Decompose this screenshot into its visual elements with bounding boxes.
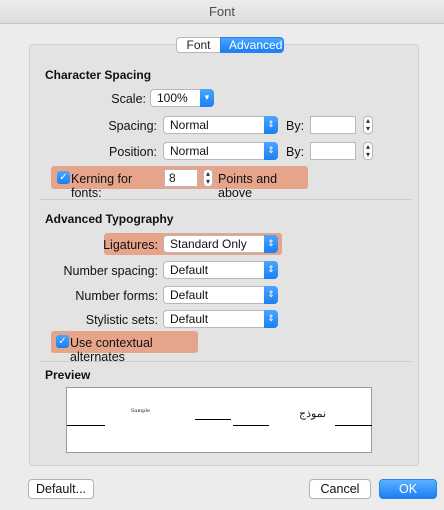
updown-arrows-icon: ⇕ [264, 310, 278, 328]
spacing-select[interactable]: Normal ⇕ [163, 116, 278, 134]
ligatures-label: Ligatures: [103, 238, 158, 252]
scale-select[interactable]: 100% ▾ [150, 89, 214, 107]
cancel-button[interactable]: Cancel [309, 479, 371, 499]
position-by-stepper[interactable]: ▴ ▾ [363, 142, 373, 160]
tab-advanced[interactable]: Advanced [220, 37, 284, 53]
position-label: Position: [109, 145, 157, 159]
section-divider [40, 199, 412, 200]
updown-arrows-icon: ⇕ [264, 261, 278, 279]
scale-label: Scale: [111, 92, 146, 106]
stylistic-sets-value: Default [170, 312, 209, 326]
tab-font[interactable]: Font [176, 37, 220, 53]
baseline-line [233, 425, 269, 426]
position-value: Normal [170, 144, 209, 158]
updown-arrows-icon: ⇕ [264, 286, 278, 304]
baseline-line [195, 419, 231, 420]
preview-heading: Preview [45, 368, 91, 382]
spacing-by-label: By: [286, 119, 305, 133]
spacing-value: Normal [170, 118, 209, 132]
arabic-sample-text: نموذج [299, 407, 327, 420]
updown-arrows-icon: ⇕ [264, 235, 278, 253]
updown-arrows-icon: ⇕ [264, 116, 278, 134]
baseline-line [335, 425, 372, 426]
position-by-label: By: [286, 145, 305, 159]
spacing-by-input[interactable] [310, 116, 356, 134]
tab-bar: Font Advanced [176, 37, 284, 53]
kerning-checkbox[interactable]: ✓ [57, 171, 70, 184]
number-forms-label: Number forms: [75, 289, 158, 303]
sample-text: Sample [131, 408, 150, 414]
contextual-checkbox[interactable]: ✓ [56, 335, 69, 348]
contextual-label: Use contextual alternates [70, 336, 153, 364]
spacing-label: Spacing: [108, 119, 157, 133]
number-spacing-select[interactable]: Default ⇕ [163, 261, 278, 279]
ligatures-select[interactable]: Standard Only ⇕ [163, 235, 278, 253]
character-spacing-heading: Character Spacing [45, 68, 152, 82]
ok-button[interactable]: OK [379, 479, 437, 499]
number-forms-value: Default [170, 288, 209, 302]
kerning-label: Kerning for fonts: [71, 172, 133, 200]
scale-value: 100% [157, 91, 188, 105]
position-select[interactable]: Normal ⇕ [163, 142, 278, 160]
kerning-input[interactable]: 8 [164, 169, 198, 187]
window-title: Font [0, 0, 444, 24]
number-spacing-label: Number spacing: [63, 264, 159, 278]
number-forms-select[interactable]: Default ⇕ [163, 286, 278, 304]
position-by-input[interactable] [310, 142, 356, 160]
baseline-line [67, 425, 105, 426]
kerning-suffix: Points and above [218, 172, 278, 200]
section-divider [40, 361, 412, 362]
spacing-by-stepper[interactable]: ▴ ▾ [363, 116, 373, 134]
kerning-stepper[interactable]: ▴ ▾ [203, 169, 213, 187]
number-spacing-value: Default [170, 263, 209, 277]
chevron-down-icon: ▾ [200, 89, 214, 107]
stylistic-sets-label: Stylistic sets: [85, 313, 158, 327]
default-button[interactable]: Default... [28, 479, 94, 499]
advanced-typography-heading: Advanced Typography [45, 212, 174, 226]
stylistic-sets-select[interactable]: Default ⇕ [163, 310, 278, 328]
preview-box: Sample نموذج [66, 387, 372, 453]
ligatures-value: Standard Only [170, 237, 247, 251]
updown-arrows-icon: ⇕ [264, 142, 278, 160]
